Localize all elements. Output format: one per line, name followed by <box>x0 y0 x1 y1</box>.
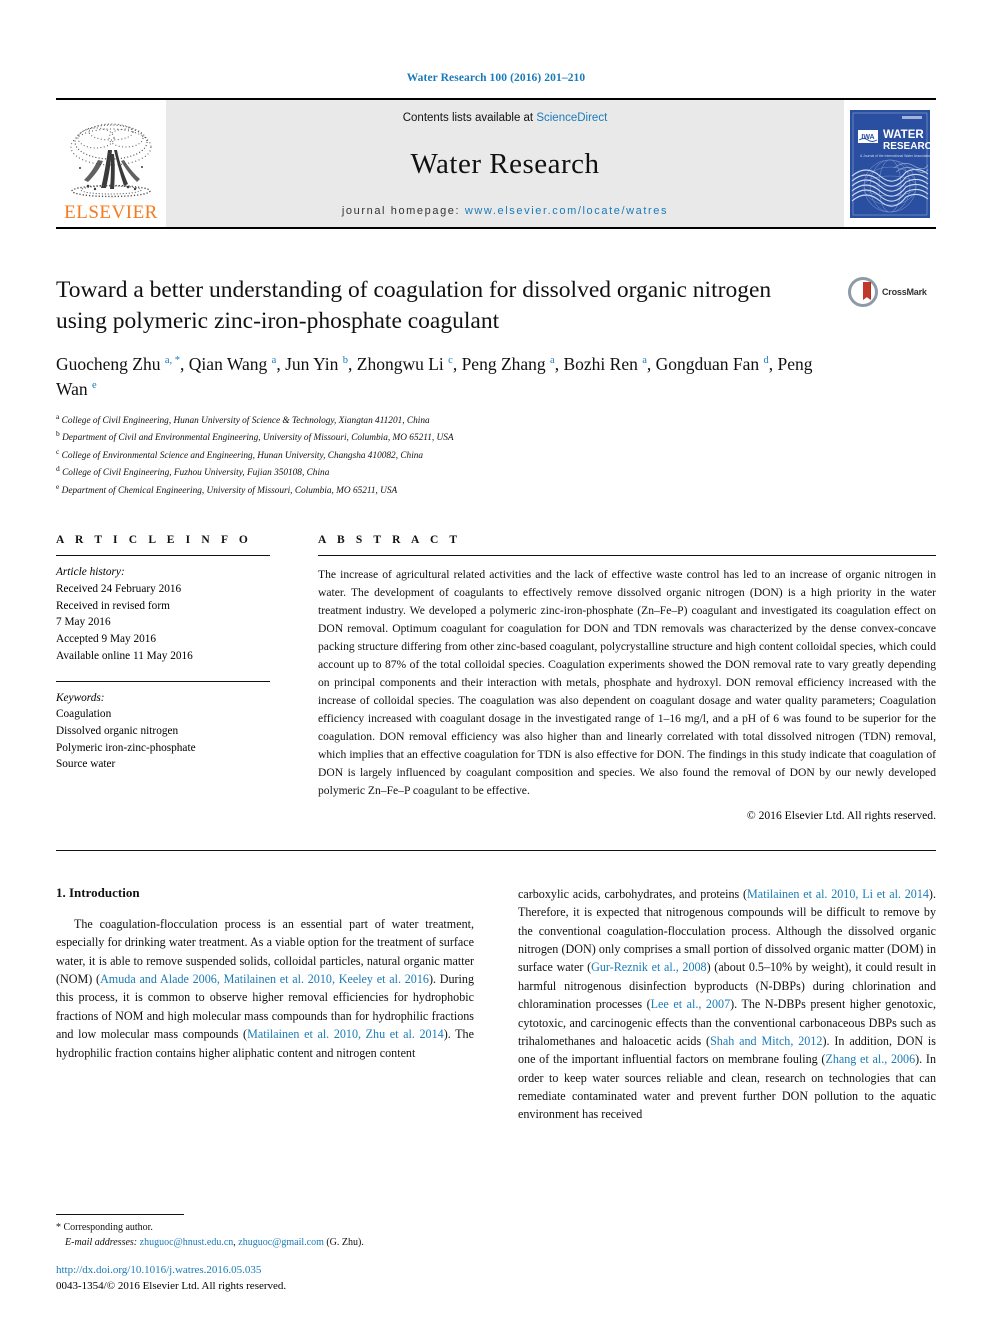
contents-lists-line: Contents lists available at ScienceDirec… <box>403 112 608 124</box>
affiliation-mark: c <box>56 446 60 456</box>
water-research-cover-image: IWA WATER RESEARCH A Journal of the Inte… <box>850 109 930 218</box>
introduction-paragraph-left: The coagulation-flocculation process is … <box>56 916 475 1060</box>
sciencedirect-link[interactable]: ScienceDirect <box>536 112 607 124</box>
article-history-items: Received 24 February 2016 Received in rev… <box>56 581 270 665</box>
article-info-column: A R T I C L E I N F O Article history: R… <box>56 534 270 822</box>
journal-homepage-line: journal homepage: www.elsevier.com/locat… <box>342 205 668 217</box>
keyword-items: Coagulation Dissolved organic nitrogen Pol… <box>56 706 270 773</box>
affiliation-item: d College of Civil Engineering, Fuzhou U… <box>56 464 330 479</box>
journal-band: Contents lists available at ScienceDirec… <box>166 100 844 227</box>
elsevier-logo: ELSEVIER <box>56 100 166 227</box>
keyword-item: Coagulation <box>56 708 112 721</box>
footnote-block: * Corresponding author. E-mail addresses… <box>56 1214 456 1295</box>
affiliation-mark: a <box>56 411 60 421</box>
affiliation-mark: b <box>56 429 60 439</box>
corresponding-author-note: * Corresponding author. <box>56 1220 456 1235</box>
abstract-rule <box>318 555 936 557</box>
page-title: Toward a better understanding of coagula… <box>56 277 772 334</box>
crossmark-label: CrossMark <box>882 287 927 297</box>
corresponding-author-mark: * <box>56 1222 61 1234</box>
body-columns: 1. Introduction The coagulation-floccula… <box>56 885 936 1124</box>
doi-link[interactable]: http://dx.doi.org/10.1016/j.watres.2016.… <box>56 1264 261 1276</box>
affiliation-list: a College of Civil Engineering, Hunan Un… <box>56 411 936 499</box>
doi-block: http://dx.doi.org/10.1016/j.watres.2016.… <box>56 1263 456 1295</box>
email-address-secondary[interactable]: zhuguoc@gmail.com <box>238 1237 324 1248</box>
email-label: E-mail addresses: <box>65 1237 138 1249</box>
article-history-item: Received 24 February 2016 <box>56 583 182 595</box>
abstract-heading: A B S T R A C T <box>318 534 462 547</box>
article-history-item: Available online 11 May 2016 <box>56 649 193 662</box>
footnote-rule <box>56 1214 184 1216</box>
svg-text:WATER: WATER <box>883 129 924 141</box>
keywords-label: Keywords: <box>56 691 105 704</box>
running-head: Water Research 100 (2016) 201–210 <box>406 72 586 84</box>
article-info-heading: A R T I C L E I N F O <box>56 534 252 547</box>
contents-prefix: Contents lists available at <box>402 112 537 124</box>
affiliation-mark: e <box>56 481 60 491</box>
elsevier-tree-icon <box>70 123 152 198</box>
issn-copyright-line: 0043-1354/© 2016 Elsevier Ltd. All right… <box>56 1280 287 1293</box>
article-history-label: Article history: <box>56 566 125 579</box>
abstract-copyright: © 2016 Elsevier Ltd. All rights reserved… <box>746 808 936 822</box>
svg-text:A Journal of the International: A Journal of the International Water Ass… <box>860 154 930 158</box>
keyword-item: Polymeric iron-zinc-phosphate <box>56 741 196 754</box>
crossmark-badge[interactable]: CrossMark <box>848 277 936 307</box>
email-address-primary[interactable]: zhuguoc@hnust.edu.cn <box>140 1237 234 1248</box>
keywords-block: Keywords: Coagulation Dissolved organic n… <box>56 690 270 774</box>
abstract-text: The increase of agricultural related act… <box>318 568 936 797</box>
info-abstract-section: A R T I C L E I N F O Article history: R… <box>56 534 936 822</box>
affiliation-item: b Department of Civil and Environmental … <box>56 429 454 444</box>
journal-cover-thumbnail: IWA WATER RESEARCH A Journal of the Inte… <box>844 100 936 227</box>
article-history: Article history: Received 24 February 20… <box>56 564 270 664</box>
author-list: Guocheng Zhu a, *, Qian Wang a, Jun Yin … <box>56 354 813 399</box>
journal-article-page: Water Research 100 (2016) 201–210 ELSEVI… <box>0 0 992 1323</box>
affiliation-mark: d <box>56 464 60 474</box>
homepage-url[interactable]: www.elsevier.com/locate/watres <box>465 205 668 217</box>
body-column-left: 1. Introduction The coagulation-floccula… <box>56 885 474 1124</box>
svg-text:RESEARCH: RESEARCH <box>883 141 930 152</box>
affiliation-item: e Department of Chemical Engineering, Un… <box>56 481 398 496</box>
email-note: E-mail addresses: zhuguoc@hnust.edu.cn, … <box>56 1235 456 1250</box>
article-history-item: 7 May 2016 <box>56 616 111 629</box>
elsevier-wordmark: ELSEVIER <box>64 202 158 223</box>
keywords-rule <box>56 680 270 682</box>
body-separator-rule <box>56 849 936 851</box>
article-history-item: Received in revised form <box>56 599 170 612</box>
body-column-right: carboxylic acids, carbohydrates, and pro… <box>518 885 936 1124</box>
email-suffix: (G. Zhu). <box>323 1237 364 1249</box>
crossmark-logo-icon <box>848 277 878 307</box>
abstract-column: A B S T R A C T The increase of agricult… <box>318 534 936 822</box>
keyword-item: Source water <box>56 758 116 771</box>
journal-masthead: ELSEVIER Contents lists available at Sci… <box>56 98 936 229</box>
article-history-item: Accepted 9 May 2016 <box>56 633 157 646</box>
keyword-item: Dissolved organic nitrogen <box>56 725 179 738</box>
introduction-heading: 1. Introduction <box>56 884 140 900</box>
homepage-label: journal homepage: <box>341 205 465 217</box>
affiliation-item: a College of Civil Engineering, Hunan Un… <box>56 411 430 426</box>
article-info-rule <box>56 555 270 557</box>
affiliation-item: c College of Environmental Science and E… <box>56 446 424 461</box>
title-block: Toward a better understanding of coagula… <box>56 275 936 336</box>
journal-title: Water Research <box>410 148 600 180</box>
corresponding-author-text: Corresponding author. <box>63 1222 153 1234</box>
introduction-paragraph-right: carboxylic acids, carbohydrates, and pro… <box>518 886 937 1122</box>
